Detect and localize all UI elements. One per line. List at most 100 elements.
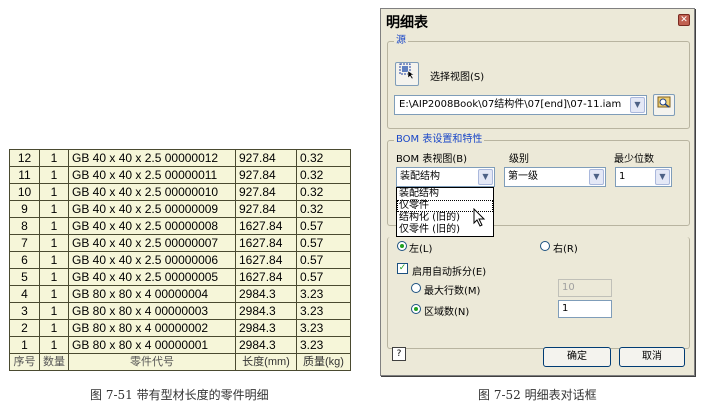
browse-button[interactable] xyxy=(653,94,675,116)
table-cell: GB 40 x 40 x 2.5 00000010 xyxy=(68,183,236,201)
table-header-row: 序号 数量 零件代号 长度(mm) 质量(kg) xyxy=(9,353,351,371)
table-cell: 0.57 xyxy=(296,234,351,252)
table-cell: 1627.84 xyxy=(235,251,297,269)
bom-view-select[interactable]: 装配结构 ▼ xyxy=(396,167,495,187)
level-value: 第一级 xyxy=(508,171,538,182)
table-cell: 1 xyxy=(39,217,69,235)
table-cell: GB 80 x 80 x 4 00000003 xyxy=(68,302,236,320)
table-cell: GB 40 x 40 x 2.5 00000011 xyxy=(68,166,236,184)
ok-button[interactable]: 确定 xyxy=(543,347,611,367)
table-cell: 927.84 xyxy=(235,200,297,218)
table-cell: 4 xyxy=(9,285,40,303)
level-label: 级别 xyxy=(509,154,529,165)
cancel-button[interactable]: 取消 xyxy=(619,347,685,367)
left-radio[interactable] xyxy=(397,241,407,251)
table-cell: 927.84 xyxy=(235,149,297,167)
chevron-down-icon[interactable]: ▼ xyxy=(655,169,670,185)
table-cell: 1 xyxy=(39,183,69,201)
decimals-value: 1 xyxy=(619,171,626,182)
max-rows-field[interactable]: 10 xyxy=(558,279,612,297)
table-cell: 3.23 xyxy=(296,302,351,320)
table-cell: 1 xyxy=(39,268,69,286)
table-row: 5 1 GB 40 x 40 x 2.5 00000005 1627.84 0.57 xyxy=(9,268,351,286)
table-cell: 2984.3 xyxy=(235,319,297,337)
right-radio[interactable] xyxy=(540,241,550,251)
auto-split-checkbox[interactable]: ✓ xyxy=(397,263,408,274)
decimals-label: 最少位数 xyxy=(614,154,654,165)
right-radio-label: 右(R) xyxy=(553,244,578,255)
table-header-cell: 质量(kg) xyxy=(296,353,351,371)
select-view-icon xyxy=(399,63,415,80)
bom-settings-group-title: BOM 表设置和特性 xyxy=(394,134,485,146)
table-cell: 0.32 xyxy=(296,200,351,218)
table-cell: 3.23 xyxy=(296,319,351,337)
table-header-cell: 数量 xyxy=(39,353,69,371)
help-icon[interactable]: ? xyxy=(392,347,406,361)
bom-view-value: 装配结构 xyxy=(400,171,440,182)
select-view-label: 选择视图(S) xyxy=(430,72,485,83)
chevron-down-icon[interactable]: ▼ xyxy=(589,169,604,185)
sections-field[interactable]: 1 xyxy=(558,300,612,318)
table-row: 11 1 GB 40 x 40 x 2.5 00000011 927.84 0.32 xyxy=(9,166,351,184)
table-cell: 0.57 xyxy=(296,251,351,269)
table-cell: 1 xyxy=(39,200,69,218)
table-cell: 1 xyxy=(39,302,69,320)
max-rows-radio[interactable] xyxy=(411,283,421,293)
table-cell: 12 xyxy=(9,149,40,167)
table-cell: 927.84 xyxy=(235,183,297,201)
select-view-button[interactable] xyxy=(395,62,419,86)
chevron-down-icon[interactable]: ▼ xyxy=(630,97,645,113)
table-cell: 1627.84 xyxy=(235,268,297,286)
source-path-value: E:\AIP2008Book\07结构件\07[end]\07-11.iam xyxy=(399,99,622,110)
dropdown-option[interactable]: 装配结构 xyxy=(397,188,493,200)
table-cell: GB 40 x 40 x 2.5 00000005 xyxy=(68,268,236,286)
mouse-cursor-icon xyxy=(473,207,487,232)
bom-table: 12 1 GB 40 x 40 x 2.5 00000012 927.84 0.32 11… xyxy=(9,149,351,371)
max-rows-label: 最大行数(M) xyxy=(424,286,481,297)
table-row: 8 1 GB 40 x 40 x 2.5 00000008 1627.84 0.57 xyxy=(9,217,351,235)
table-row: 10 1 GB 40 x 40 x 2.5 00000010 927.84 0.32 xyxy=(9,183,351,201)
table-cell: 6 xyxy=(9,251,40,269)
table-cell: 0.32 xyxy=(296,166,351,184)
table-cell: 8 xyxy=(9,217,40,235)
table-cell: GB 80 x 80 x 4 00000004 xyxy=(68,285,236,303)
table-cell: 0.32 xyxy=(296,149,351,167)
table-cell: 1 xyxy=(39,234,69,252)
dialog-title: 明细表 xyxy=(386,15,428,31)
sections-radio[interactable] xyxy=(411,304,421,314)
table-cell: 3 xyxy=(9,302,40,320)
table-cell: GB 40 x 40 x 2.5 00000006 xyxy=(68,251,236,269)
table-cell: 0.57 xyxy=(296,217,351,235)
table-cell: 1 xyxy=(39,336,69,354)
table-header-cell: 零件代号 xyxy=(68,353,236,371)
table-cell: 1 xyxy=(39,319,69,337)
table-row: 9 1 GB 40 x 40 x 2.5 00000009 927.84 0.32 xyxy=(9,200,351,218)
table-cell: 9 xyxy=(9,200,40,218)
table-header-cell: 序号 xyxy=(9,353,40,371)
level-select[interactable]: 第一级 ▼ xyxy=(504,167,606,187)
table-cell: 2 xyxy=(9,319,40,337)
source-path-select[interactable]: E:\AIP2008Book\07结构件\07[end]\07-11.iam ▼ xyxy=(394,95,647,115)
table-cell: 3.23 xyxy=(296,336,351,354)
table-cell: 0.57 xyxy=(296,268,351,286)
bom-view-label: BOM 表视图(B) xyxy=(396,154,468,165)
figure-caption-right: 图 7-52 明细表对话框 xyxy=(478,388,597,402)
decimals-select[interactable]: 1 ▼ xyxy=(615,167,672,187)
table-cell: GB 80 x 80 x 4 00000001 xyxy=(68,336,236,354)
table-cell: GB 80 x 80 x 4 00000002 xyxy=(68,319,236,337)
table-cell: GB 40 x 40 x 2.5 00000008 xyxy=(68,217,236,235)
table-row: 6 1 GB 40 x 40 x 2.5 00000006 1627.84 0.57 xyxy=(9,251,351,269)
table-cell: 5 xyxy=(9,268,40,286)
close-icon[interactable]: ✕ xyxy=(678,14,690,26)
table-row: 4 1 GB 80 x 80 x 4 00000004 2984.3 3.23 xyxy=(9,285,351,303)
table-cell: 1 xyxy=(39,285,69,303)
table-cell: 2984.3 xyxy=(235,285,297,303)
table-cell: 7 xyxy=(9,234,40,252)
table-cell: 3.23 xyxy=(296,285,351,303)
table-cell: 1 xyxy=(39,166,69,184)
source-group-title: 源 xyxy=(394,35,408,47)
chevron-down-icon[interactable]: ▼ xyxy=(478,169,493,185)
sections-label: 区域数(N) xyxy=(424,307,470,318)
table-row: 7 1 GB 40 x 40 x 2.5 00000007 1627.84 0.57 xyxy=(9,234,351,252)
table-row: 2 1 GB 80 x 80 x 4 00000002 2984.3 3.23 xyxy=(9,319,351,337)
